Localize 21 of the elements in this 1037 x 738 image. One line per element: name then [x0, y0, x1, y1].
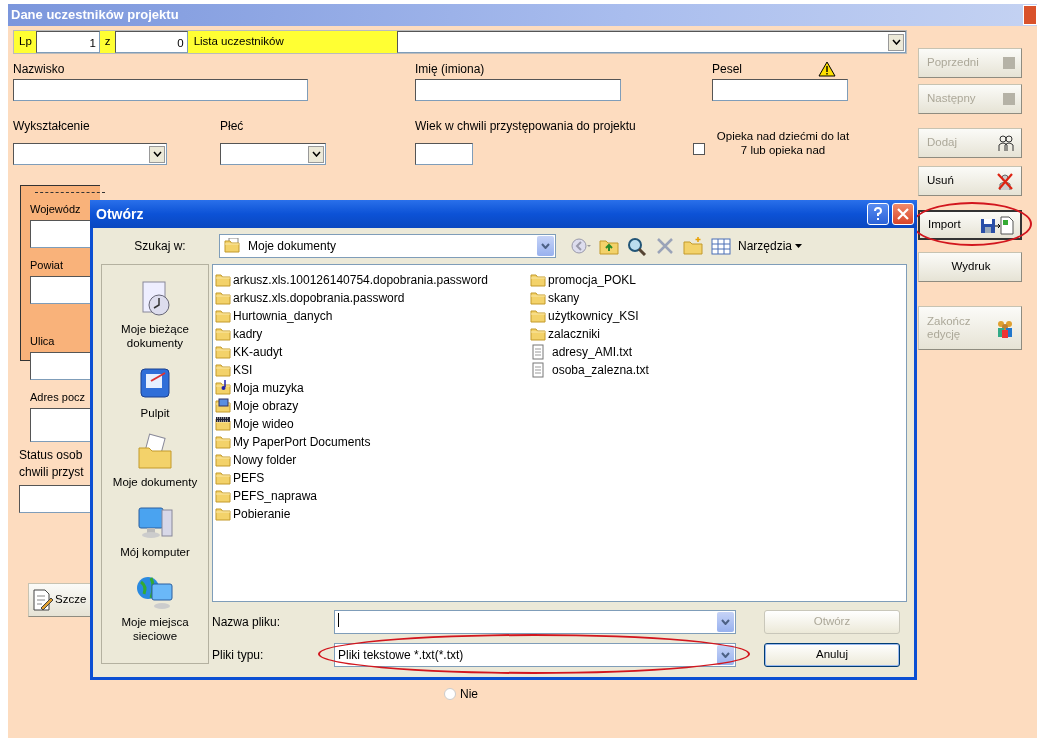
field-label: Płeć: [220, 119, 244, 133]
field-label: Wojewódz: [30, 203, 81, 215]
field-label: Nazwisko: [13, 62, 65, 76]
field-label: Pesel: [712, 61, 743, 78]
field-label: z: [103, 34, 112, 49]
field-label: Ulica: [30, 335, 55, 347]
radio-label: Nie: [460, 686, 478, 703]
field-label: Powiat: [30, 259, 64, 271]
field-label: Pliki typu:: [212, 647, 265, 664]
field-label: Adres pocz: [30, 391, 86, 403]
dialog-title: Otwórz: [96, 204, 144, 224]
field-label: Wykształcenie: [13, 119, 90, 133]
status-label: Status osob chwili przyst: [19, 447, 84, 481]
look-in-label: Szukaj w:: [133, 238, 187, 255]
window-title: Dane uczestników projektu: [11, 6, 179, 25]
field-label: Lista uczestników: [192, 34, 285, 49]
field-label: Imię (imiona): [415, 62, 485, 76]
field-label: Wiek w chwili przystępowania do projektu: [415, 119, 636, 133]
field-label: Lp: [18, 34, 33, 49]
care-label: Opieka nad dziećmi do lat 7 lub opieka nad: [715, 129, 851, 158]
field-label: Nazwa pliku:: [212, 614, 282, 631]
